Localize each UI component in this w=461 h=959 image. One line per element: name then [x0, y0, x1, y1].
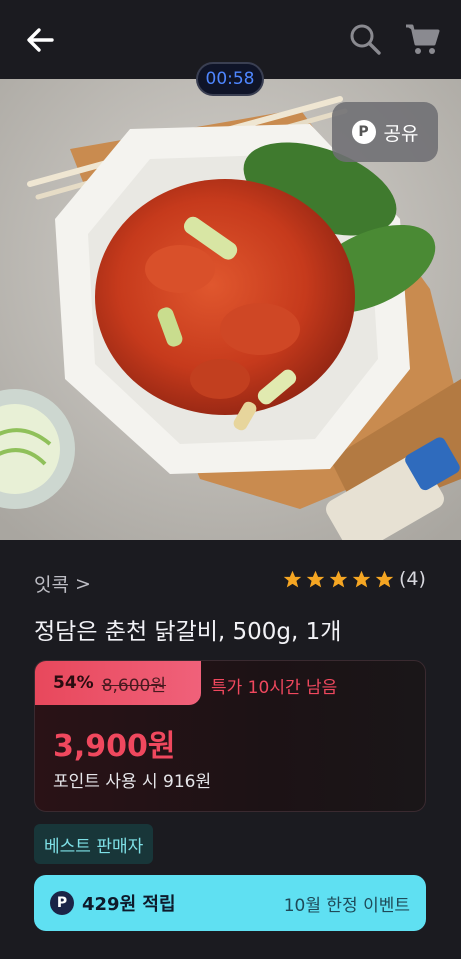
cart-icon[interactable]: [404, 22, 440, 56]
best-seller-badge: 베스트 판매자: [34, 824, 154, 864]
star-icon: [375, 570, 394, 587]
chevron-right-icon: >: [74, 572, 91, 595]
search-icon[interactable]: [348, 22, 382, 56]
reward-event: 10월 한정 이벤트: [283, 895, 410, 916]
countdown-timer: 00:58: [196, 62, 264, 96]
reward-banner[interactable]: P 429원 적립 10월 한정 이벤트: [34, 875, 426, 931]
brand-link[interactable]: 잇콕 >: [34, 570, 91, 597]
point-price: 포인트 사용 시 916원: [53, 772, 212, 792]
brand-name: 잇콕: [34, 574, 69, 596]
point-badge-icon: P: [351, 120, 376, 144]
point-icon: P: [50, 891, 74, 915]
star-icon: [283, 570, 302, 587]
discount-badge: 54% 8,600원: [35, 661, 201, 705]
discount-percent: 54%: [53, 673, 94, 693]
review-count: (4): [399, 568, 426, 590]
deal-timer-text: 특가 10시간 남음: [211, 678, 338, 698]
star-icon: [306, 570, 325, 587]
rating[interactable]: (4): [282, 568, 426, 590]
reward-amount: 429원 적립: [82, 894, 176, 915]
arrow-left-icon[interactable]: [22, 22, 58, 58]
star-icon: [352, 570, 371, 587]
price-card: 54% 8,600원 특가 10시간 남음 3,900원 포인트 사용 시 91…: [34, 660, 426, 812]
sale-price: 3,900원: [53, 729, 176, 764]
product-title: 정담은 춘천 닭갈비, 500g, 1개: [34, 619, 342, 645]
star-icon: [329, 570, 348, 587]
share-label: 공유: [383, 122, 419, 145]
original-price: 8,600원: [101, 675, 167, 696]
share-button[interactable]: P 공유: [332, 102, 438, 162]
